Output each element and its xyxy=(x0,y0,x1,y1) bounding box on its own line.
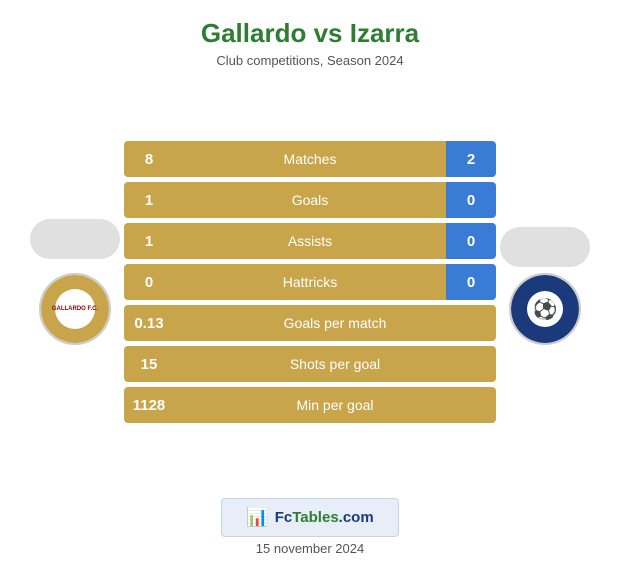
stat-row: 0Hattricks0 xyxy=(124,264,496,300)
stat-label: Goals per match xyxy=(174,305,496,341)
match-subtitle: Club competitions, Season 2024 xyxy=(0,53,620,68)
left-club-badge: GALLARDO F.C. xyxy=(39,273,111,345)
right-badge-inner: ⚽ xyxy=(511,275,579,343)
stats-container: 8Matches21Goals01Assists00Hattricks00.13… xyxy=(120,141,500,423)
stat-right-value: 0 xyxy=(446,223,496,259)
stat-row: 0.13Goals per match xyxy=(124,305,496,341)
bottom-section: 📊 FcTables.com 15 november 2024 xyxy=(221,490,398,580)
left-badge-text: GALLARDO F.C. xyxy=(52,306,98,312)
stat-left-value: 15 xyxy=(124,346,174,382)
right-club-badge: ⚽ xyxy=(509,273,581,345)
stat-row: 15Shots per goal xyxy=(124,346,496,382)
stat-label: Assists xyxy=(174,223,446,259)
sponsor-text: FcTables.com xyxy=(275,509,374,526)
match-title: Gallardo vs Izarra xyxy=(0,18,620,49)
stat-left-value: 0 xyxy=(124,264,174,300)
sponsor-icon: 📊 xyxy=(246,507,268,528)
stat-left-value: 1128 xyxy=(124,387,174,423)
stat-left-value: 1 xyxy=(124,182,174,218)
stat-row: 1Assists0 xyxy=(124,223,496,259)
right-silhouette xyxy=(500,227,590,267)
left-club-area: GALLARDO F.C. xyxy=(30,219,120,345)
stat-right-value: 0 xyxy=(446,182,496,218)
sponsor-box: 📊 FcTables.com xyxy=(221,498,398,537)
stat-label: Goals xyxy=(174,182,446,218)
page-header: Gallardo vs Izarra Club competitions, Se… xyxy=(0,0,620,74)
stat-left-value: 8 xyxy=(124,141,174,177)
stat-left-value: 0.13 xyxy=(124,305,174,341)
left-badge-inner: GALLARDO F.C. xyxy=(41,275,109,343)
footer-date: 15 november 2024 xyxy=(256,541,364,556)
right-club-area: ⚽ xyxy=(500,219,590,345)
right-badge-center: ⚽ xyxy=(527,291,563,327)
stat-label: Shots per goal xyxy=(174,346,496,382)
stat-label: Matches xyxy=(174,141,446,177)
left-silhouette xyxy=(30,219,120,259)
stat-row: 8Matches2 xyxy=(124,141,496,177)
soccer-ball-icon: ⚽ xyxy=(533,297,558,322)
stat-row: 1128Min per goal xyxy=(124,387,496,423)
stat-label: Min per goal xyxy=(174,387,496,423)
stat-right-value: 0 xyxy=(446,264,496,300)
main-content: GALLARDO F.C. 8Matches21Goals01Assists00… xyxy=(0,74,620,490)
stat-left-value: 1 xyxy=(124,223,174,259)
stat-label: Hattricks xyxy=(174,264,446,300)
stat-row: 1Goals0 xyxy=(124,182,496,218)
stat-right-value: 2 xyxy=(446,141,496,177)
